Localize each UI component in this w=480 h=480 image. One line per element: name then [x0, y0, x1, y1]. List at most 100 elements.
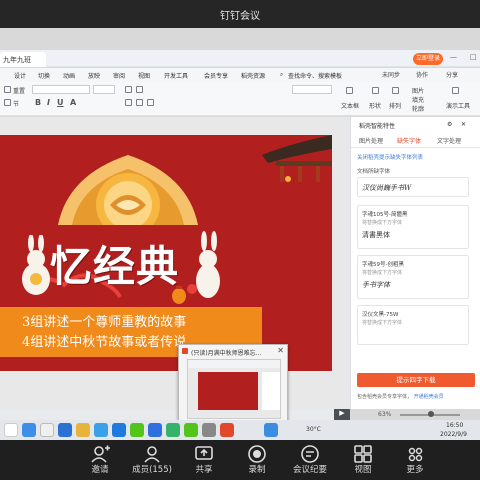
font-card[interactable]: 字魂105号-简體黑 将替换成下方字体 清書黑体: [357, 205, 469, 249]
wps-taskbar-icon[interactable]: [220, 423, 234, 437]
clock-date[interactable]: 2022/9/9: [440, 431, 467, 438]
search-command[interactable]: 查找命令、: [288, 71, 318, 80]
font-card[interactable]: 字魂59号-创粗黑 将替换成下方字体 手书字体: [357, 255, 469, 299]
fill-button[interactable]: 填充: [412, 95, 424, 104]
folder-icon[interactable]: [76, 423, 90, 437]
zoom-slider-handle[interactable]: [428, 411, 434, 417]
search-template[interactable]: 搜索模板: [318, 71, 342, 80]
layout-icon[interactable]: [4, 86, 11, 93]
popup-close-icon[interactable]: ✕: [277, 346, 284, 355]
menu-view[interactable]: 视图: [138, 71, 150, 80]
font-select[interactable]: [32, 85, 90, 94]
minimize-icon[interactable]: —: [450, 53, 457, 61]
font-color-icon[interactable]: A: [70, 98, 76, 107]
section-icon[interactable]: [4, 99, 11, 106]
clock-time[interactable]: 16:50: [446, 422, 463, 429]
arrange-button[interactable]: 排列: [389, 101, 401, 110]
text-box-button[interactable]: 文本框: [341, 101, 359, 110]
font-card[interactable]: 汉仪文黑-75W 将替换成下方字体: [357, 305, 469, 345]
wechat-active-icon[interactable]: [184, 423, 198, 437]
sync-status[interactable]: 未同步: [382, 70, 400, 79]
app-icon[interactable]: [166, 423, 180, 437]
members-button[interactable]: 成员(155): [122, 440, 182, 480]
outline-button[interactable]: 轮廓: [412, 104, 424, 113]
dingtalk-icon[interactable]: [148, 423, 162, 437]
reset-button[interactable]: 重置: [13, 86, 25, 95]
meeting-control-bar: 邀请 成员(155) 共享 录制 会议纪要 视图 更多: [0, 440, 480, 480]
view-button[interactable]: 视图: [339, 440, 387, 480]
edge-icon[interactable]: [94, 423, 108, 437]
view-label: 视图: [354, 465, 372, 475]
weather[interactable]: 30°C: [306, 426, 321, 433]
font-size-select[interactable]: [93, 85, 115, 94]
present-tool-icon[interactable]: [452, 87, 459, 94]
shape-button[interactable]: 形状: [369, 101, 381, 110]
slide[interactable]: 忆经典 3组讲述一个尊师重教的故事 4组讲述中秋节故事或者传说: [0, 135, 332, 371]
bullet-list-icon[interactable]: [125, 86, 132, 93]
play-slideshow-icon[interactable]: ▶: [334, 409, 350, 420]
open-member-link[interactable]: 开通稻壳会员: [414, 394, 444, 400]
panel-close-tip-link[interactable]: 关闭稻壳提示缺失字体列表: [357, 153, 423, 161]
shape-icon[interactable]: [372, 87, 379, 94]
share-button[interactable]: 分享: [446, 70, 458, 79]
members-label: 成员(155): [132, 465, 172, 475]
menu-member[interactable]: 会员专享: [204, 71, 228, 80]
windows-taskbar: 30°C 16:50 2022/9/9: [0, 420, 480, 440]
slide-title: 忆经典: [50, 242, 180, 291]
panel-settings-icon[interactable]: ⚙: [447, 121, 452, 128]
align-right-icon[interactable]: [147, 99, 154, 106]
invite-button[interactable]: 邀请: [76, 440, 124, 480]
number-list-icon[interactable]: [136, 86, 143, 93]
login-button[interactable]: 立即登录: [413, 53, 443, 65]
bold-icon[interactable]: B: [35, 98, 41, 107]
task-view-icon[interactable]: [40, 423, 54, 437]
menu-slideshow[interactable]: 放映: [88, 71, 100, 80]
wps-titlebar: 九年九班 立即登录 — □: [0, 50, 480, 67]
maximize-icon[interactable]: □: [470, 53, 477, 61]
download-fonts-button[interactable]: 提示四字下载: [357, 373, 475, 387]
panel-tab-text[interactable]: 文字处理: [437, 136, 461, 145]
panel-tab-image[interactable]: 图片处理: [359, 136, 383, 145]
qq-icon[interactable]: [112, 423, 126, 437]
wechat-icon[interactable]: [130, 423, 144, 437]
align-center-icon[interactable]: [136, 99, 143, 106]
record-button[interactable]: 录制: [233, 440, 281, 480]
menu-animation[interactable]: 动画: [63, 71, 75, 80]
align-left-icon[interactable]: [125, 99, 132, 106]
italic-icon[interactable]: I: [47, 98, 50, 107]
text-box-icon[interactable]: [346, 87, 353, 94]
minutes-button[interactable]: 会议纪要: [286, 440, 334, 480]
menu-docer[interactable]: 稻壳资源: [241, 71, 265, 80]
present-tool-button[interactable]: 演示工具: [446, 101, 470, 110]
minutes-icon: [301, 445, 319, 463]
search-taskbar-icon[interactable]: [22, 423, 36, 437]
panel-tab-missing-font[interactable]: 缺失字体: [397, 136, 421, 145]
menu-design[interactable]: 设计: [14, 71, 26, 80]
panel-footer-text: 包含稻壳会员专享字体，: [357, 394, 413, 400]
image-button[interactable]: 图片: [412, 86, 424, 95]
menu-review[interactable]: 审阅: [113, 71, 125, 80]
taskbar-preview-popup[interactable]: (只读)月满中秋师恩难忘... ✕: [178, 344, 288, 424]
invite-label: 邀请: [91, 465, 109, 475]
search-icon[interactable]: ⌕: [280, 71, 283, 79]
view-icon: [354, 445, 372, 463]
menu-developer[interactable]: 开发工具: [164, 71, 188, 80]
menu-transition[interactable]: 切换: [38, 71, 50, 80]
section-button[interactable]: 节: [13, 99, 19, 108]
help-icon[interactable]: [264, 423, 278, 437]
zoom-level[interactable]: 63%: [378, 411, 391, 418]
document-tab[interactable]: 九年九班: [0, 52, 46, 67]
app-icon-2[interactable]: [202, 423, 216, 437]
popup-thumbnail[interactable]: [187, 359, 281, 419]
arrange-icon[interactable]: [392, 87, 399, 94]
text-style-select[interactable]: [292, 85, 332, 94]
more-button[interactable]: 更多: [391, 440, 439, 480]
panel-close-icon[interactable]: ✕: [461, 121, 466, 128]
font-card[interactable]: 汉仪尚巍手书W: [357, 177, 469, 197]
share-screen-button[interactable]: 共享: [180, 440, 228, 480]
browser-icon[interactable]: [58, 423, 72, 437]
start-icon[interactable]: [4, 423, 18, 437]
collab-button[interactable]: 协作: [416, 70, 428, 79]
thumb-toolbar: [188, 360, 280, 368]
underline-icon[interactable]: U: [57, 98, 64, 107]
